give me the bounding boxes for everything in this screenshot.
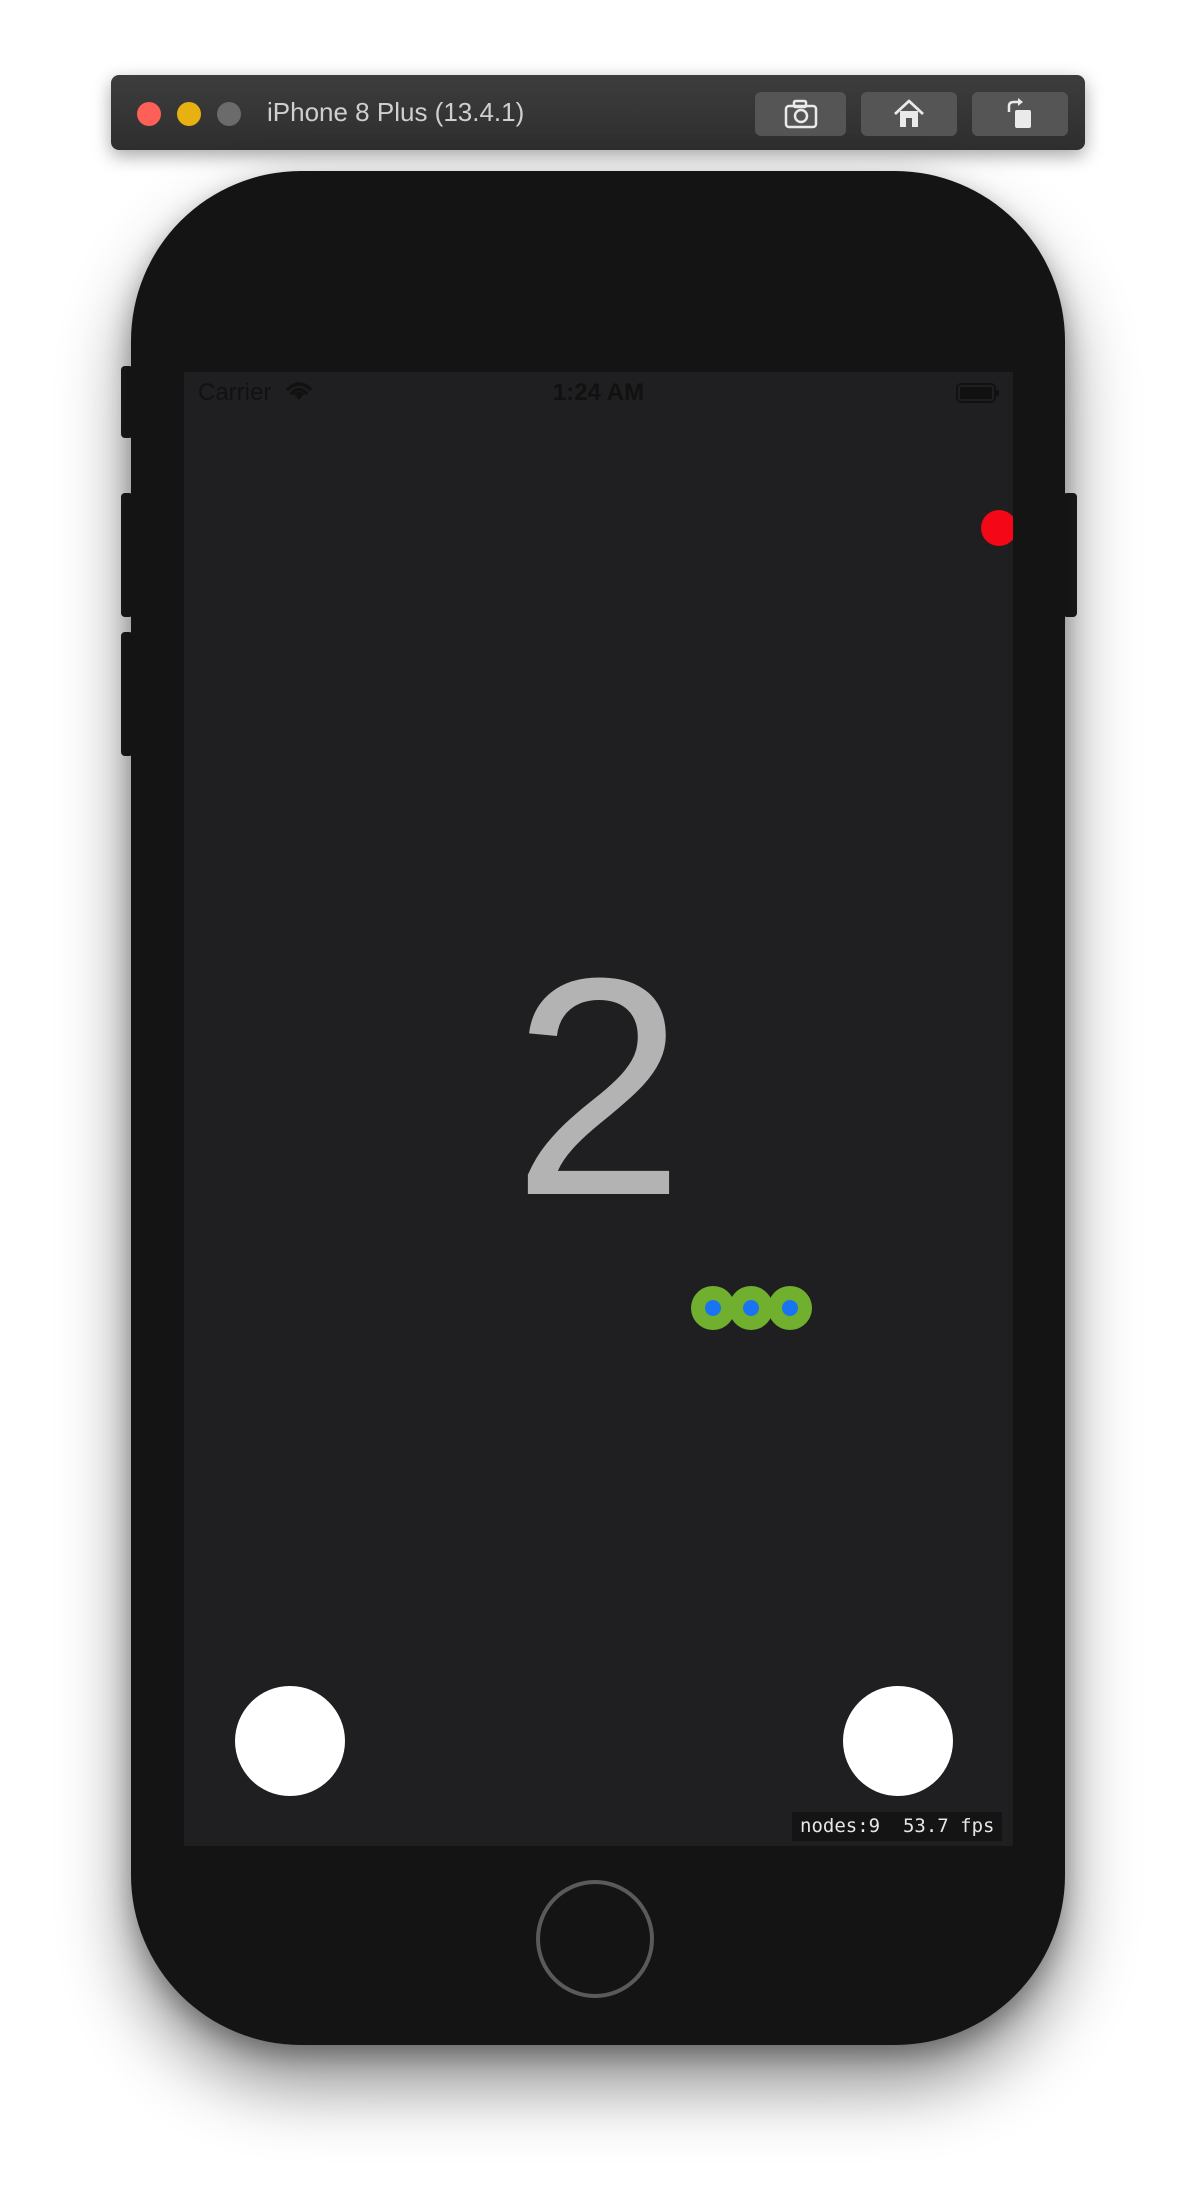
- zoom-window-button[interactable]: [217, 102, 241, 126]
- minimize-window-button[interactable]: [177, 102, 201, 126]
- turn-left-button[interactable]: [235, 1686, 345, 1796]
- power-button: [1063, 493, 1077, 617]
- food-pellet: [981, 510, 1013, 546]
- home-icon: [894, 99, 924, 127]
- snake-head: [768, 1286, 812, 1330]
- hardware-home-button[interactable]: [536, 1880, 654, 1998]
- rotate-icon: [1007, 98, 1031, 128]
- status-bar: Carrier 1:24 AM: [184, 372, 1013, 414]
- score-label: 2: [512, 913, 685, 1260]
- window-title: iPhone 8 Plus (13.4.1): [267, 97, 525, 127]
- camera-icon: [784, 99, 817, 129]
- close-window-button[interactable]: [137, 102, 161, 126]
- device-screen[interactable]: Carrier 1:24 AM 2 nodes:9 53.7 fps: [184, 372, 1013, 1846]
- status-time: 1:24 AM: [552, 379, 645, 406]
- simulator-title-bar: iPhone 8 Plus (13.4.1): [111, 75, 1085, 150]
- spritekit-debug-stats: nodes:9 53.7 fps: [792, 1812, 1003, 1841]
- snake-segment: [729, 1286, 773, 1330]
- turn-right-button[interactable]: [843, 1686, 953, 1796]
- home-toolbar-button[interactable]: [861, 92, 957, 136]
- rotate-button[interactable]: [972, 92, 1068, 136]
- battery-icon: [956, 383, 999, 403]
- simulator-stage: iPhone 8 Plus (13.4.1) Carrier 1:24 AM 2…: [0, 0, 1196, 2194]
- screenshot-button[interactable]: [755, 92, 846, 136]
